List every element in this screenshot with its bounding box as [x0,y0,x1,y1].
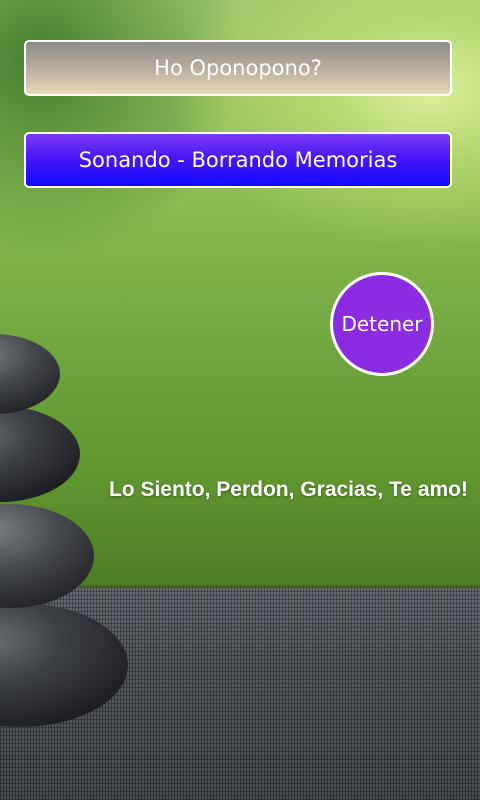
playing-clearing-memories-button[interactable]: Sonando - Borrando Memorias [24,132,452,188]
affirmation-text: Lo Siento, Perdon, Gracias, Te amo! [108,478,468,501]
zen-stones-image [0,334,128,727]
what-is-hooponopono-button[interactable]: Ho Oponopono? [24,40,452,96]
stone-top [0,334,60,414]
stone-bottom [0,603,128,727]
stop-button[interactable]: Detener [330,272,434,376]
stone-lower-middle [0,504,94,608]
background-image [0,0,480,800]
